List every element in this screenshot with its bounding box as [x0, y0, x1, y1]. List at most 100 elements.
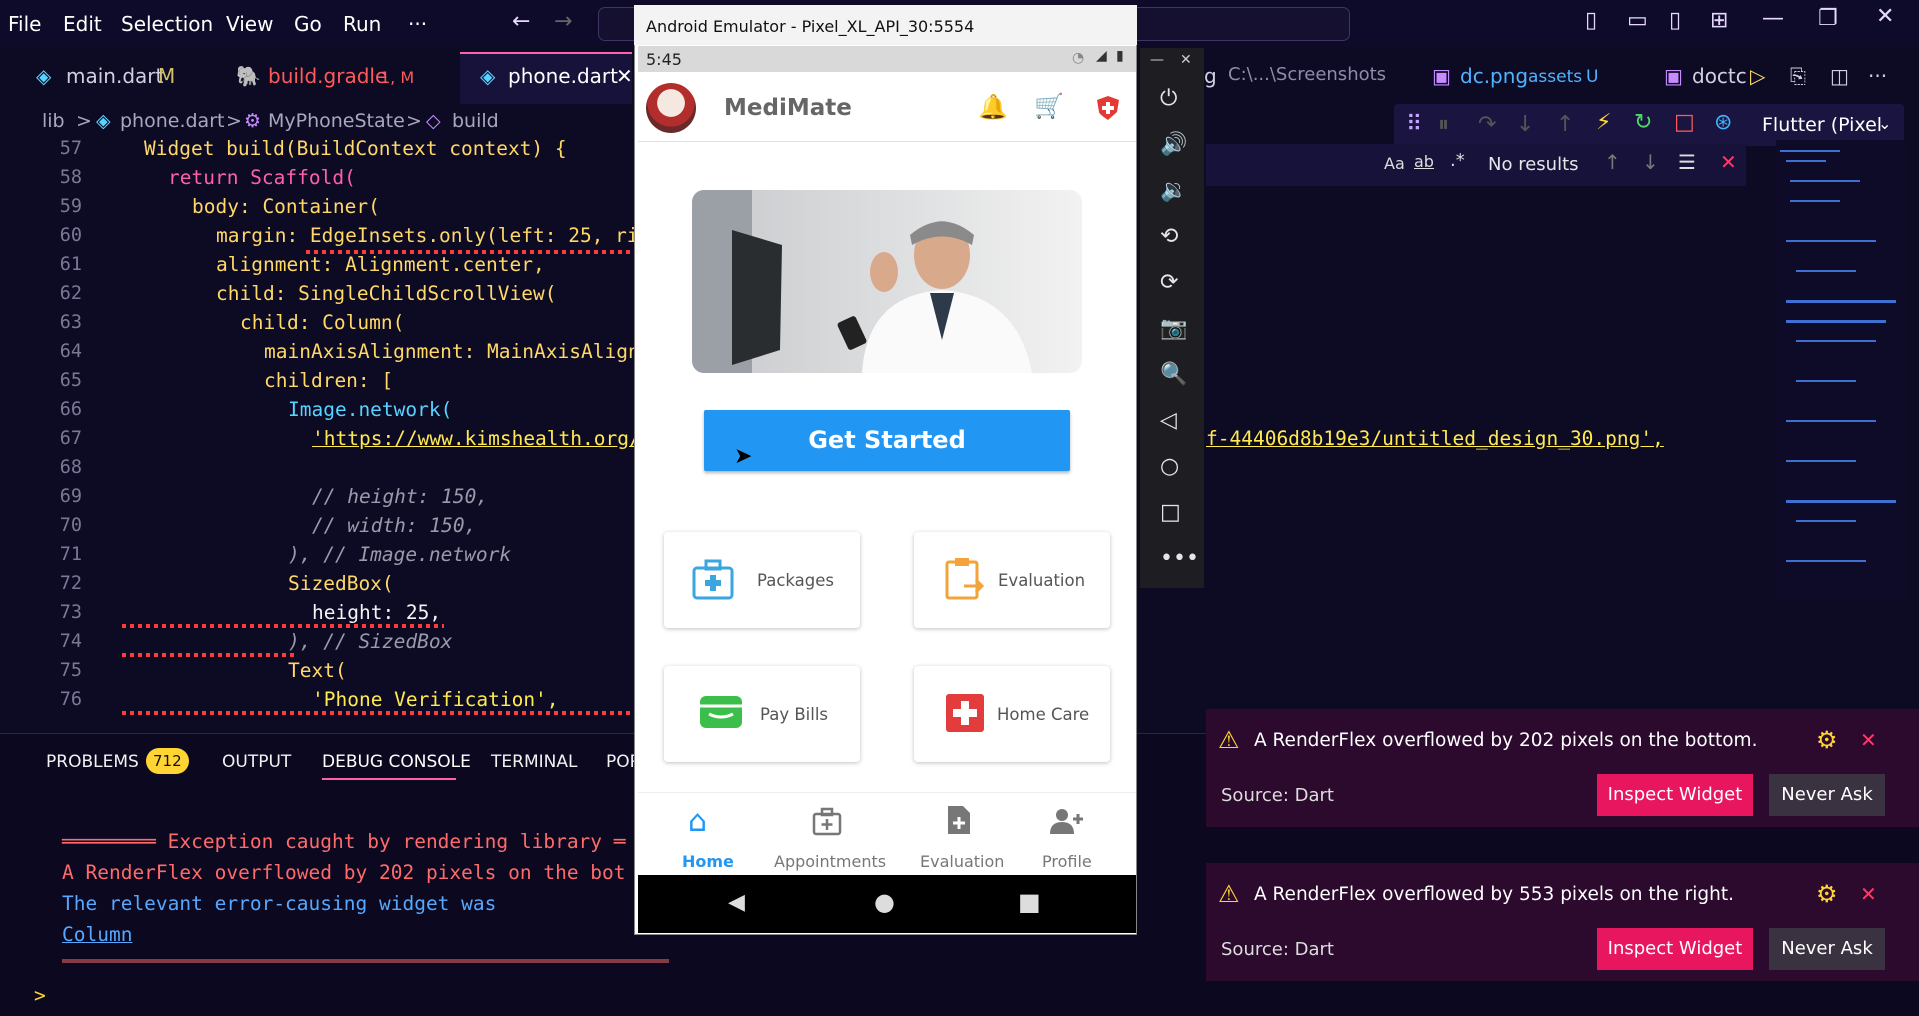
- regex-icon[interactable]: .*: [1450, 150, 1465, 171]
- shield-icon[interactable]: [1096, 95, 1120, 121]
- document-plus-icon[interactable]: [946, 804, 972, 836]
- bell-icon[interactable]: 🔔: [978, 93, 1008, 121]
- breadcrumb-sep: >: [76, 110, 92, 132]
- menu-go[interactable]: Go: [294, 12, 322, 36]
- menu-run[interactable]: Run: [343, 12, 381, 36]
- menu-more[interactable]: ···: [408, 12, 427, 36]
- toggle-secondary-sidebar-icon[interactable]: ▯: [1669, 8, 1681, 33]
- gear-icon[interactable]: ⚙: [1816, 880, 1838, 908]
- tab-terminal[interactable]: TERMINAL: [491, 752, 577, 772]
- tab-doctor[interactable]: doctc: [1692, 64, 1747, 88]
- nav-appointments[interactable]: Appointments: [774, 852, 886, 871]
- customize-layout-icon[interactable]: ⊞: [1710, 8, 1728, 33]
- devtools-icon[interactable]: ⊛: [1714, 110, 1732, 135]
- step-into-icon[interactable]: ↓: [1516, 112, 1534, 137]
- line-number: 67: [59, 428, 82, 449]
- chevron-down-icon[interactable]: ⌄: [1878, 114, 1891, 133]
- inspect-widget-button[interactable]: Inspect Widget: [1597, 774, 1753, 816]
- back-arrow-icon[interactable]: ←: [512, 9, 530, 34]
- previous-match-icon[interactable]: ↑: [1604, 150, 1621, 174]
- pause-icon[interactable]: ⏸: [1438, 112, 1449, 137]
- debug-target-select[interactable]: Flutter (Pixel: [1762, 114, 1882, 136]
- gear-icon[interactable]: ⚙: [1816, 726, 1838, 754]
- emulator-back-icon[interactable]: ◁: [1160, 408, 1177, 433]
- camera-icon[interactable]: 📷: [1160, 316, 1187, 341]
- step-out-icon[interactable]: ↑: [1556, 112, 1574, 137]
- volume-up-icon[interactable]: 🔊: [1160, 132, 1187, 157]
- get-started-button[interactable]: Get Started: [704, 410, 1070, 471]
- minimize-icon[interactable]: —: [1762, 6, 1784, 31]
- match-case-icon[interactable]: Aa: [1384, 154, 1405, 173]
- console-link[interactable]: Column: [62, 923, 132, 946]
- breadcrumb-lib[interactable]: lib: [42, 110, 65, 132]
- close-icon[interactable]: ✕: [1860, 882, 1877, 906]
- tab-problems[interactable]: PROBLEMS: [46, 752, 139, 772]
- drag-handle-icon[interactable]: ⠿: [1406, 112, 1422, 137]
- stop-icon[interactable]: □: [1674, 110, 1695, 135]
- android-back-icon[interactable]: ◀: [728, 890, 745, 915]
- menu-view[interactable]: View: [226, 12, 273, 36]
- nav-evaluation[interactable]: Evaluation: [920, 852, 1004, 871]
- appointments-icon[interactable]: [812, 806, 842, 836]
- close-icon[interactable]: ✕: [1860, 728, 1877, 752]
- toggle-panel-icon[interactable]: ▭: [1627, 8, 1648, 33]
- breadcrumb-file[interactable]: phone.dart: [120, 110, 224, 132]
- more-icon[interactable]: •••: [1160, 546, 1199, 571]
- tab-main-dart[interactable]: main.dart: [66, 64, 163, 88]
- console-prompt-icon[interactable]: >: [34, 984, 46, 1007]
- restore-icon[interactable]: ❐: [1818, 6, 1838, 31]
- tab-debug-console[interactable]: DEBUG CONSOLE: [322, 752, 471, 772]
- menu-file[interactable]: File: [8, 12, 41, 36]
- tab-screenshots[interactable]: g: [1204, 64, 1217, 88]
- breadcrumb-class[interactable]: MyPhoneState: [268, 110, 405, 132]
- run-icon[interactable]: ▷: [1750, 64, 1765, 88]
- rotate-left-icon[interactable]: ⟲: [1160, 224, 1178, 249]
- forward-arrow-icon[interactable]: →: [554, 9, 572, 34]
- tab-output[interactable]: OUTPUT: [222, 752, 291, 772]
- breadcrumb-method[interactable]: build: [452, 110, 499, 132]
- next-match-icon[interactable]: ↓: [1642, 150, 1659, 174]
- error-squiggle: [306, 250, 636, 254]
- find-in-selection-icon[interactable]: ☰: [1678, 150, 1696, 174]
- emulator-home-icon[interactable]: ○: [1160, 454, 1179, 479]
- close-icon[interactable]: ✕: [1876, 4, 1894, 29]
- emulator-overview-icon[interactable]: □: [1160, 500, 1181, 525]
- minimap[interactable]: [1776, 140, 1906, 600]
- menu-selection[interactable]: Selection: [121, 12, 213, 36]
- hot-reload-icon[interactable]: ⚡: [1596, 110, 1611, 135]
- nav-home[interactable]: Home: [682, 852, 734, 871]
- restart-icon[interactable]: ↻: [1634, 110, 1652, 135]
- never-ask-button[interactable]: Never Ask: [1769, 774, 1885, 816]
- menu-edit[interactable]: Edit: [63, 12, 102, 36]
- zoom-icon[interactable]: 🔍: [1160, 362, 1187, 387]
- toggle-sidebar-icon[interactable]: ▯: [1585, 8, 1597, 33]
- code-string-url[interactable]: 'https://www.kimshealth.org/: [312, 427, 641, 450]
- avatar[interactable]: [646, 83, 696, 133]
- mouse-cursor-icon: ➤: [734, 444, 753, 469]
- add-person-icon[interactable]: [1050, 808, 1084, 834]
- tab-dc-png[interactable]: dc.png: [1460, 64, 1528, 88]
- volume-down-icon[interactable]: 🔉: [1160, 178, 1187, 203]
- line-number: 72: [59, 573, 82, 594]
- rotate-right-icon[interactable]: ⟳: [1160, 270, 1178, 295]
- emulator-minimize-icon[interactable]: —: [1150, 52, 1164, 68]
- code-string-url[interactable]: f-44406d8b19e3/untitled_design_30.png',: [1206, 427, 1664, 450]
- code-line: return Scaffold(: [168, 166, 356, 189]
- step-over-icon[interactable]: ↷: [1478, 112, 1496, 137]
- tab-build-gradle[interactable]: build.gradle: [268, 64, 387, 88]
- power-icon[interactable]: ⏻: [1160, 86, 1177, 111]
- never-ask-button[interactable]: Never Ask: [1769, 928, 1885, 970]
- whole-word-icon[interactable]: ab: [1414, 152, 1434, 171]
- android-home-icon[interactable]: ●: [874, 888, 895, 916]
- split-editor-icon[interactable]: ◫: [1830, 64, 1849, 88]
- home-icon[interactable]: ⌂: [688, 804, 707, 839]
- inspect-widget-button[interactable]: Inspect Widget: [1597, 928, 1753, 970]
- open-changes-icon[interactable]: ⎘: [1790, 64, 1806, 88]
- android-recents-icon[interactable]: ■: [1018, 888, 1041, 916]
- close-find-icon[interactable]: ✕: [1720, 150, 1737, 174]
- emulator-close-icon[interactable]: ✕: [1180, 52, 1192, 68]
- nav-profile[interactable]: Profile: [1042, 852, 1092, 871]
- cart-icon[interactable]: 🛒: [1034, 92, 1064, 120]
- more-actions-icon[interactable]: ···: [1868, 64, 1887, 88]
- tab-close-icon[interactable]: ✕: [616, 64, 633, 88]
